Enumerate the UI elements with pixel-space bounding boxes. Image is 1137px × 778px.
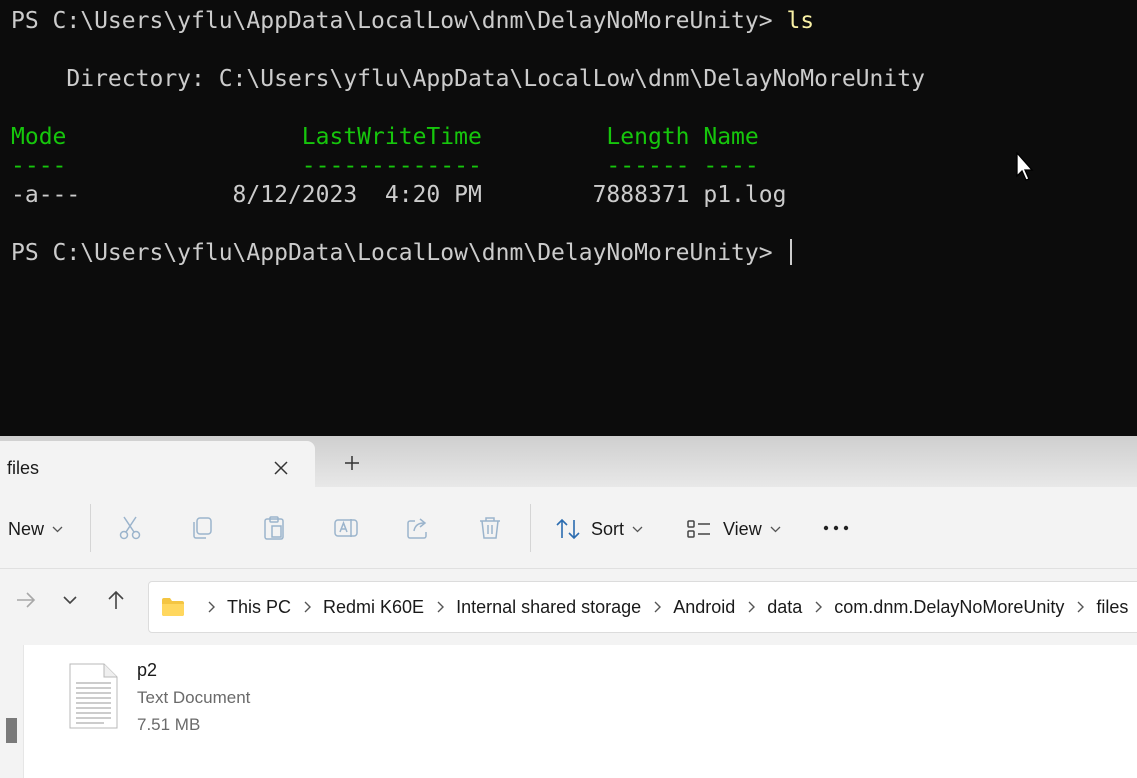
breadcrumb-files[interactable]: files <box>1096 597 1128 618</box>
breadcrumb-package[interactable]: com.dnm.DelayNoMoreUnity <box>834 597 1064 618</box>
chevron-right-icon <box>748 601 756 613</box>
tab-files[interactable]: files <box>0 441 315 487</box>
chevron-right-icon <box>304 601 312 613</box>
breadcrumb-device[interactable]: Redmi K60E <box>323 597 424 618</box>
file-type: Text Document <box>137 688 251 707</box>
address-bar[interactable]: This PC Redmi K60E Internal shared stora… <box>148 581 1137 633</box>
chevron-right-icon <box>815 601 823 613</box>
view-button-label: View <box>723 518 762 539</box>
forward-arrow-icon[interactable] <box>15 589 37 611</box>
chevron-down-icon <box>632 526 643 532</box>
chevron-down-icon <box>52 526 63 532</box>
toolbar-divider <box>90 504 91 552</box>
breadcrumb-internal-storage[interactable]: Internal shared storage <box>456 597 641 618</box>
mouse-pointer-icon <box>1016 152 1034 181</box>
toolbar-divider <box>530 504 531 552</box>
tab-bar: files <box>0 436 1137 487</box>
terminal-prompt: PS C:\Users\yflu\AppData\LocalLow\dnm\De… <box>11 240 787 266</box>
folder-icon <box>162 598 184 616</box>
terminal-prompt: PS C:\Users\yflu\AppData\LocalLow\dnm\De… <box>11 8 787 34</box>
terminal-command: ls <box>786 8 815 34</box>
file-name: p2 <box>137 660 158 680</box>
sort-icon <box>556 518 580 540</box>
view-button[interactable]: View <box>686 512 781 546</box>
breadcrumb-android[interactable]: Android <box>673 597 735 618</box>
text-document-icon <box>69 663 118 729</box>
copy-icon[interactable] <box>189 515 215 541</box>
terminal-table-row: -a--- 8/12/2023 4:20 PM 7888371 p1.log <box>11 182 787 208</box>
delete-icon[interactable] <box>477 515 503 541</box>
scrollbar-thumb[interactable] <box>6 718 17 743</box>
up-arrow-icon[interactable] <box>105 589 127 611</box>
file-size: 7.51 MB <box>137 715 201 734</box>
share-icon[interactable] <box>405 515 431 541</box>
file-list-pane: p2 Text Document 7.51 MB <box>0 645 1137 778</box>
text-cursor <box>790 239 793 265</box>
paste-icon[interactable] <box>261 515 287 541</box>
new-button-label: New <box>8 518 45 539</box>
sort-button-label: Sort <box>591 518 625 539</box>
navigation-row: This PC Redmi K60E Internal shared stora… <box>0 569 1137 633</box>
navigation-pane-edge <box>0 645 24 778</box>
breadcrumb-this-pc[interactable]: This PC <box>227 597 291 618</box>
new-tab-icon[interactable] <box>342 453 362 473</box>
file-explorer-window: files New Sort View This PC Redmi K60E I… <box>0 436 1137 778</box>
close-icon[interactable] <box>271 458 291 478</box>
sort-button[interactable]: Sort <box>555 512 643 546</box>
chevron-right-icon <box>208 601 215 613</box>
terminal-directory-line: Directory: C:\Users\yflu\AppData\LocalLo… <box>11 66 925 92</box>
recent-locations-chevron-icon[interactable] <box>59 589 81 611</box>
chevron-right-icon <box>437 601 445 613</box>
command-bar: New Sort View <box>0 487 1137 569</box>
terminal-prompt-line-2[interactable]: PS C:\Users\yflu\AppData\LocalLow\dnm\De… <box>11 224 793 282</box>
rename-icon[interactable] <box>333 515 359 541</box>
chevron-down-icon <box>770 526 781 532</box>
view-icon <box>687 520 710 538</box>
terminal-window[interactable]: PS C:\Users\yflu\AppData\LocalLow\dnm\De… <box>0 0 1137 436</box>
cut-icon[interactable] <box>117 515 143 541</box>
tab-title: files <box>7 458 40 478</box>
chevron-right-icon <box>1077 601 1085 613</box>
new-button[interactable]: New <box>8 512 63 546</box>
terminal-prompt-line-1: PS C:\Users\yflu\AppData\LocalLow\dnm\De… <box>11 0 814 50</box>
chevron-right-icon <box>654 601 662 613</box>
breadcrumb-data[interactable]: data <box>767 597 802 618</box>
more-options-icon[interactable] <box>823 515 849 541</box>
